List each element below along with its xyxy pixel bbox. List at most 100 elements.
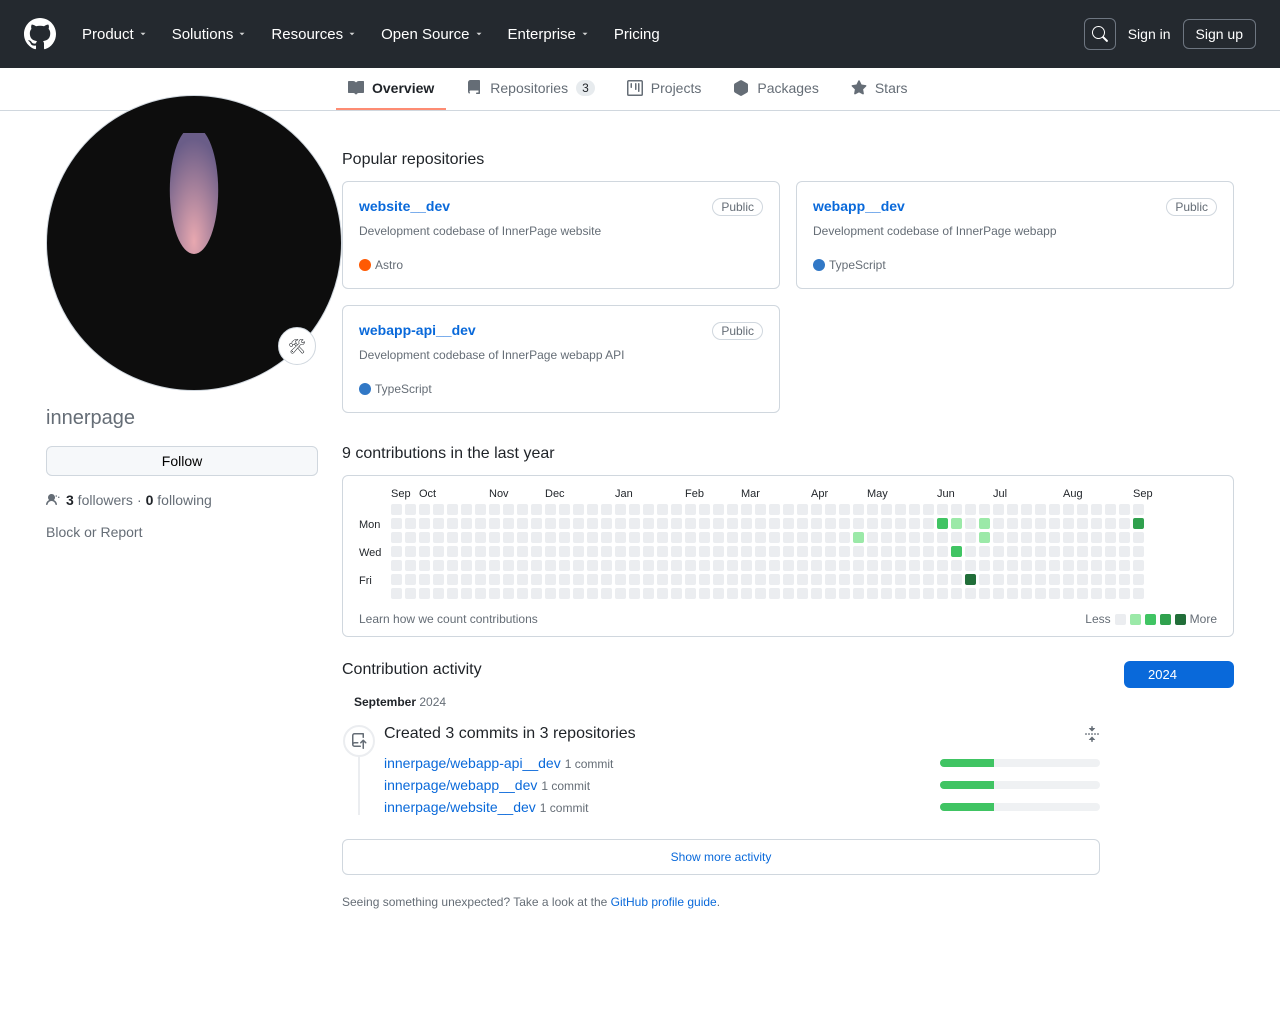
contrib-cell[interactable] [811, 518, 822, 529]
contrib-cell[interactable] [1119, 518, 1130, 529]
contrib-cell[interactable] [993, 532, 1004, 543]
contrib-cell[interactable] [587, 574, 598, 585]
contrib-cell[interactable] [1007, 588, 1018, 599]
contrib-cell[interactable] [741, 574, 752, 585]
contrib-cell[interactable] [979, 574, 990, 585]
contrib-cell[interactable] [475, 588, 486, 599]
contrib-cell[interactable] [853, 546, 864, 557]
contrib-cell[interactable] [741, 532, 752, 543]
contrib-cell[interactable] [965, 588, 976, 599]
contrib-cell[interactable] [951, 532, 962, 543]
contrib-cell[interactable] [713, 574, 724, 585]
contrib-cell[interactable] [909, 532, 920, 543]
contrib-cell[interactable] [1021, 532, 1032, 543]
contrib-cell[interactable] [1105, 504, 1116, 515]
contrib-cell[interactable] [503, 504, 514, 515]
tab-overview[interactable]: Overview [336, 68, 446, 110]
contrib-cell[interactable] [741, 518, 752, 529]
contrib-cell[interactable] [797, 560, 808, 571]
contrib-cell[interactable] [461, 560, 472, 571]
contrib-cell[interactable] [629, 588, 640, 599]
contrib-cell[interactable] [657, 504, 668, 515]
contrib-cell[interactable] [741, 560, 752, 571]
contrib-cell[interactable] [587, 518, 598, 529]
contrib-cell[interactable] [699, 518, 710, 529]
contrib-cell[interactable] [825, 574, 836, 585]
contrib-cell[interactable] [853, 560, 864, 571]
contrib-cell[interactable] [825, 588, 836, 599]
contrib-cell[interactable] [951, 518, 962, 529]
contrib-cell[interactable] [727, 560, 738, 571]
contrib-cell[interactable] [461, 574, 472, 585]
contrib-cell[interactable] [909, 546, 920, 557]
contrib-cell[interactable] [1091, 560, 1102, 571]
contrib-cell[interactable] [1119, 574, 1130, 585]
contrib-cell[interactable] [713, 518, 724, 529]
contrib-cell[interactable] [573, 588, 584, 599]
contrib-cell[interactable] [965, 560, 976, 571]
contrib-cell[interactable] [475, 532, 486, 543]
contrib-cell[interactable] [405, 588, 416, 599]
signup-button[interactable]: Sign up [1183, 19, 1256, 49]
contrib-cell[interactable] [811, 546, 822, 557]
repo-name-link[interactable]: webapp__dev [813, 198, 905, 214]
contrib-cell[interactable] [811, 588, 822, 599]
contrib-cell[interactable] [601, 560, 612, 571]
contrib-cell[interactable] [657, 546, 668, 557]
contrib-cell[interactable] [713, 532, 724, 543]
contrib-cell[interactable] [447, 574, 458, 585]
contrib-cell[interactable] [1105, 560, 1116, 571]
year-2024-button[interactable]: 2024 [1124, 661, 1234, 688]
contrib-cell[interactable] [1091, 588, 1102, 599]
contrib-cell[interactable] [1077, 532, 1088, 543]
contrib-cell[interactable] [405, 504, 416, 515]
commit-count[interactable]: 1 commit [540, 801, 589, 815]
contrib-cell[interactable] [1105, 532, 1116, 543]
contrib-cell[interactable] [853, 518, 864, 529]
contrib-cell[interactable] [741, 546, 752, 557]
contrib-cell[interactable] [573, 518, 584, 529]
contrib-cell[interactable] [797, 546, 808, 557]
contrib-cell[interactable] [727, 532, 738, 543]
contrib-cell[interactable] [615, 518, 626, 529]
contrib-cell[interactable] [797, 518, 808, 529]
contrib-cell[interactable] [937, 546, 948, 557]
contrib-cell[interactable] [629, 504, 640, 515]
contrib-cell[interactable] [1091, 546, 1102, 557]
contrib-cell[interactable] [881, 560, 892, 571]
contrib-cell[interactable] [517, 588, 528, 599]
contrib-cell[interactable] [419, 588, 430, 599]
contrib-cell[interactable] [1091, 504, 1102, 515]
contrib-cell[interactable] [615, 588, 626, 599]
contrib-cell[interactable] [629, 532, 640, 543]
contrib-cell[interactable] [783, 560, 794, 571]
contrib-cell[interactable] [1049, 560, 1060, 571]
contrib-cell[interactable] [1049, 574, 1060, 585]
contrib-cell[interactable] [853, 574, 864, 585]
contrib-cell[interactable] [1077, 518, 1088, 529]
contrib-cell[interactable] [755, 588, 766, 599]
nav-pricing[interactable]: Pricing [604, 18, 670, 51]
contrib-cell[interactable] [699, 504, 710, 515]
contrib-cell[interactable] [615, 546, 626, 557]
contrib-cell[interactable] [699, 546, 710, 557]
contrib-cell[interactable] [923, 588, 934, 599]
status-emoji-badge[interactable]: 🛠 [278, 327, 316, 365]
contrib-cell[interactable] [1091, 532, 1102, 543]
contrib-cell[interactable] [1077, 560, 1088, 571]
contrib-cell[interactable] [825, 546, 836, 557]
contrib-cell[interactable] [671, 588, 682, 599]
contrib-cell[interactable] [601, 518, 612, 529]
contrib-cell[interactable] [559, 532, 570, 543]
contrib-cell[interactable] [601, 504, 612, 515]
contrib-cell[interactable] [1049, 504, 1060, 515]
contrib-cell[interactable] [559, 574, 570, 585]
contrib-cell[interactable] [433, 588, 444, 599]
contrib-cell[interactable] [489, 546, 500, 557]
contrib-cell[interactable] [489, 532, 500, 543]
contrib-cell[interactable] [951, 504, 962, 515]
contrib-cell[interactable] [517, 560, 528, 571]
contrib-cell[interactable] [573, 574, 584, 585]
contrib-cell[interactable] [1091, 518, 1102, 529]
contrib-cell[interactable] [923, 574, 934, 585]
